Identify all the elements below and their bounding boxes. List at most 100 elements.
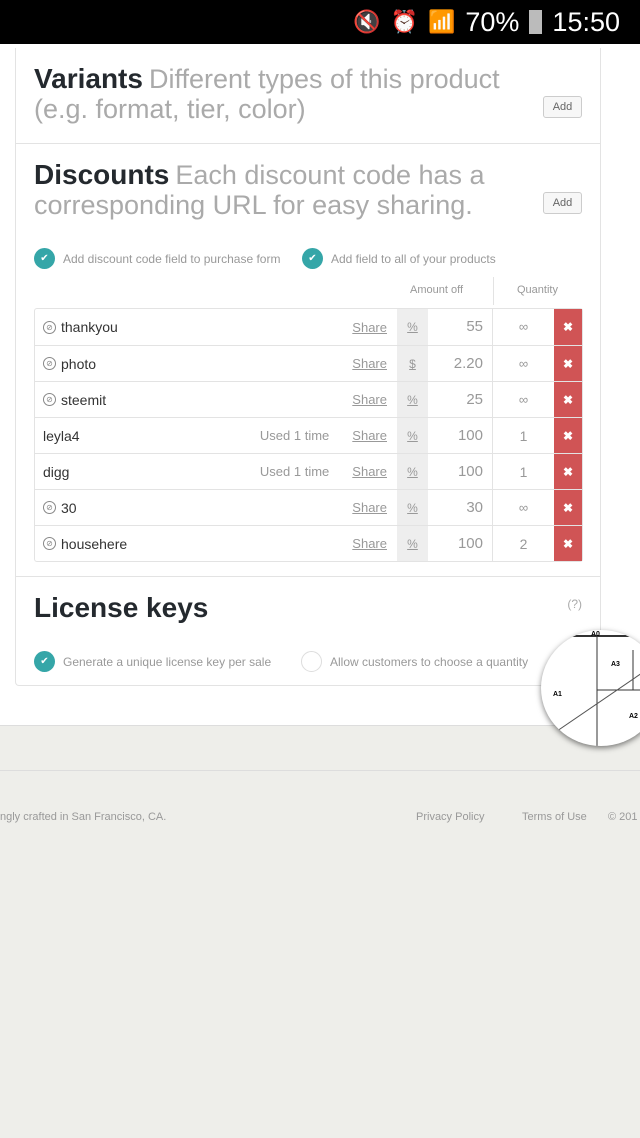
delete-button[interactable]: ✖ [554,526,582,561]
privacy-policy-link[interactable]: Privacy Policy [416,811,484,823]
compass-icon: ⊘ [43,393,56,406]
discount-row: ⊘ 30 Share% 30 ∞ ✖ [35,489,582,525]
checkbox-label: Add discount code field to purchase form [63,251,281,266]
wifi-icon: 📶 [427,9,456,34]
copyright: © 201 [608,811,638,823]
clock: 15:50 [552,6,620,37]
usage-count: Used 1 time [259,428,330,443]
share-link[interactable]: Share [352,392,387,407]
close-icon: ✖ [562,320,574,334]
discount-table: ⊘ thankyou Share% 55 ∞ ✖ ⊘ photo Share $2.20 ∞ ✖ ⊘ st… [34,308,583,562]
battery-icon [529,10,543,34]
compass-icon: ⊘ [43,320,56,334]
discount-code-field[interactable]: ⊘ photo Share [35,346,397,381]
share-link[interactable]: Share [352,500,387,515]
unit-toggle[interactable]: % [397,526,428,561]
unit-toggle[interactable]: % [397,309,428,345]
unit-toggle[interactable]: % [397,490,428,525]
compass-icon: ⊘ [43,357,56,370]
share-link[interactable]: Share [352,320,387,335]
quantity-input[interactable]: 2 [492,526,554,561]
quantity-input[interactable]: ∞ [492,309,554,345]
discount-row: ⊘ thankyou Share% 55 ∞ ✖ [35,309,582,345]
label-a2: A2 [629,713,638,720]
choose-quantity-checkbox[interactable]: Allow customers to choose a quantity [301,651,528,672]
discounts-heading: Discounts Each discount code has a corres… [34,159,554,221]
amount-off-header: Amount off [410,284,463,296]
share-link[interactable]: Share [352,536,387,551]
label-a1: A1 [553,691,562,698]
share-link[interactable]: Share [352,356,387,371]
variants-title: Variants [34,63,143,94]
terms-link[interactable]: Terms of Use [522,811,587,823]
check-icon: ✔ [34,248,55,269]
add-discount-button[interactable]: Add [543,192,582,214]
check-icon: ✔ [34,651,55,672]
unique-key-checkbox[interactable]: ✔ Generate a unique license key per sale [34,651,271,672]
license-heading: License keys [34,593,554,623]
quantity-input[interactable]: ∞ [492,490,554,525]
delete-button[interactable]: ✖ [554,346,582,381]
close-icon: ✖ [562,356,574,371]
close-icon: ✖ [562,392,574,407]
battery-percent: 70% [465,6,520,37]
quantity-input[interactable]: ∞ [492,382,554,417]
discounts-title: Discounts [34,159,170,190]
discount-code-field[interactable]: ⊘ thankyou Share [35,309,397,345]
discount-row: ⊘ househere Share% 100 2 ✖ [35,525,582,561]
unit-toggle[interactable]: % [397,454,428,489]
checkbox-label: Add field to all of your products [331,251,496,266]
mute-icon: 🔇 [353,9,381,34]
discount-code: 30 [61,499,77,516]
checkbox-label: Generate a unique license key per sale [63,654,272,669]
compass-icon: ⊘ [43,501,56,514]
unit-toggle[interactable]: $ [397,346,428,381]
discount-code: digg [43,463,70,480]
quantity-input[interactable]: ∞ [492,346,554,381]
close-icon: ✖ [562,500,574,515]
discount-code-field[interactable]: digg Used 1 time Share [35,454,397,489]
delete-button[interactable]: ✖ [554,309,582,345]
amount-input[interactable]: 25 [428,382,492,417]
discount-code-field[interactable]: ⊘ steemit Share [35,382,397,417]
compass-icon: ⊘ [43,537,56,550]
discount-code-field[interactable]: leyla4 Used 1 time Share [35,418,397,453]
close-icon: ✖ [562,428,574,443]
all-products-checkbox[interactable]: ✔ Add field to all of your products [302,248,496,269]
label-a0: A0 [591,631,600,638]
product-settings-card: Variants Different types of this product … [15,48,601,686]
footer-crafted: ngly crafted in San Francisco, CA. [0,811,167,823]
unit-toggle[interactable]: % [397,382,428,417]
quantity-input[interactable]: 1 [492,454,554,489]
delete-button[interactable]: ✖ [554,382,582,417]
close-icon: ✖ [562,536,574,551]
quantity-input[interactable]: 1 [492,418,554,453]
amount-input[interactable]: 30 [428,490,492,525]
variants-heading: Variants Different types of this product … [34,63,554,125]
amount-input[interactable]: 2.20 [428,346,492,381]
delete-button[interactable]: ✖ [554,454,582,489]
divider [16,143,600,144]
discount-row: digg Used 1 time Share% 100 1 ✖ [35,453,582,489]
discount-field-checkbox[interactable]: ✔ Add discount code field to purchase for… [34,248,280,269]
amount-input[interactable]: 100 [428,526,492,561]
discount-row: leyla4 Used 1 time Share% 100 1 ✖ [35,417,582,453]
amount-input[interactable]: 100 [428,418,492,453]
label-a3: A3 [611,661,620,668]
share-link[interactable]: Share [352,428,387,443]
discount-code-field[interactable]: ⊘ househere Share [35,526,397,561]
quantity-header: Quantity [517,284,558,296]
discount-code-field[interactable]: ⊘ 30 Share [35,490,397,525]
amount-input[interactable]: 55 [428,309,492,345]
help-link[interactable]: (?) [567,597,582,611]
unit-toggle[interactable]: % [397,418,428,453]
amount-input[interactable]: 100 [428,454,492,489]
delete-button[interactable]: ✖ [554,418,582,453]
share-link[interactable]: Share [352,464,387,479]
unchecked-circle-icon [301,651,322,672]
status-bar: 🔇 ⏰ 📶 70% 15:50 [0,0,640,44]
delete-button[interactable]: ✖ [554,490,582,525]
add-variant-button[interactable]: Add [543,96,582,118]
discount-code: photo [61,355,97,372]
discount-code: steemit [61,391,107,408]
